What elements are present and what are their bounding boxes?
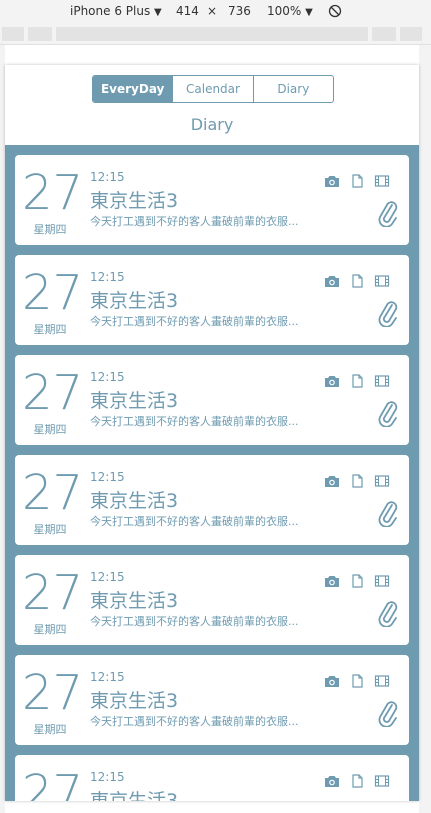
paperclip-icon[interactable]	[377, 599, 399, 628]
entry-media-icons	[324, 673, 390, 688]
diary-entry-list[interactable]: 27 星期四 12:15 東京生活3 今天打工遇到不好的客人畫破前輩的衣服...…	[5, 145, 419, 801]
entry-weekday: 星期四	[33, 223, 67, 236]
camera-icon[interactable]	[324, 373, 340, 387]
entry-preview: 今天打工遇到不好的客人畫破前輩的衣服...	[90, 315, 299, 328]
entry-title: 東京生活3	[90, 490, 179, 512]
entry-weekday: 星期四	[33, 323, 67, 336]
viewport-margin	[419, 45, 431, 813]
entry-weekday: 星期四	[33, 623, 67, 636]
entry-time: 12:15	[90, 770, 125, 784]
paperclip-icon[interactable]	[377, 799, 399, 801]
camera-icon[interactable]	[324, 673, 340, 687]
entry-title: 東京生活3	[90, 290, 179, 312]
film-icon[interactable]	[374, 673, 390, 687]
entry-title: 東京生活3	[90, 190, 179, 212]
entry-media-icons	[324, 273, 390, 288]
document-icon[interactable]	[349, 273, 365, 288]
document-icon[interactable]	[349, 173, 365, 188]
entry-time: 12:15	[90, 670, 125, 684]
viewport-height[interactable]: 736	[228, 4, 251, 18]
zoom-value: 100%	[267, 4, 302, 18]
entry-weekday: 星期四	[33, 423, 67, 436]
film-icon[interactable]	[374, 473, 390, 487]
camera-icon[interactable]	[324, 173, 340, 187]
entry-time: 12:15	[90, 370, 125, 384]
entry-media-icons	[324, 373, 390, 388]
diary-entry-card[interactable]: 27 星期四 12:15 東京生活3 今天打工遇到不好的客人畫破前輩的衣服...	[15, 355, 409, 445]
camera-icon[interactable]	[324, 473, 340, 487]
entry-day: 27	[22, 165, 84, 221]
diary-entry-card[interactable]: 27 星期四 12:15 東京生活3 今天打工遇到不好的客人畫破前輩的衣服...	[15, 455, 409, 545]
film-icon[interactable]	[374, 573, 390, 587]
paperclip-icon[interactable]	[377, 199, 399, 228]
camera-icon[interactable]	[324, 773, 340, 787]
entry-weekday: 星期四	[33, 723, 67, 736]
document-icon[interactable]	[349, 773, 365, 788]
times-sign: ×	[207, 4, 218, 18]
entry-weekday: 星期四	[33, 523, 67, 536]
page-title: Diary	[190, 115, 234, 134]
app-header: EveryDay Calendar Diary Diary	[5, 65, 419, 145]
entry-day: 27	[22, 265, 84, 321]
diary-entry-card[interactable]: 27 星期四 12:15 東京生活3 今天打工遇到不好的客人畫破前輩的衣服...	[15, 755, 409, 801]
paperclip-icon[interactable]	[377, 499, 399, 528]
camera-icon[interactable]	[324, 573, 340, 587]
chevron-down-icon: ▼	[154, 7, 162, 18]
media-query-bars	[0, 24, 431, 45]
document-icon[interactable]	[349, 673, 365, 688]
film-icon[interactable]	[374, 373, 390, 387]
view-switcher: EveryDay Calendar Diary	[92, 75, 334, 103]
entry-preview: 今天打工遇到不好的客人畫破前輩的衣服...	[90, 615, 299, 628]
diary-entry-card[interactable]: 27 星期四 12:15 東京生活3 今天打工遇到不好的客人畫破前輩的衣服...	[15, 255, 409, 345]
device-name: iPhone 6 Plus	[70, 4, 151, 18]
rotate-icon[interactable]	[328, 4, 342, 21]
entry-day: 27	[22, 565, 84, 621]
paperclip-icon[interactable]	[377, 299, 399, 328]
entry-time: 12:15	[90, 570, 125, 584]
entry-title: 東京生活3	[90, 790, 179, 801]
zoom-select[interactable]: 100% ▼	[267, 4, 313, 18]
entry-preview: 今天打工遇到不好的客人畫破前輩的衣服...	[90, 415, 299, 428]
tab-everyday[interactable]: EveryDay	[93, 76, 173, 102]
film-icon[interactable]	[374, 273, 390, 287]
document-icon[interactable]	[349, 573, 365, 588]
entry-day: 27	[22, 765, 84, 801]
entry-media-icons	[324, 773, 390, 788]
entry-preview: 今天打工遇到不好的客人畫破前輩的衣服...	[90, 715, 299, 728]
film-icon[interactable]	[374, 173, 390, 187]
diary-entry-card[interactable]: 27 星期四 12:15 東京生活3 今天打工遇到不好的客人畫破前輩的衣服...	[15, 555, 409, 645]
film-icon[interactable]	[374, 773, 390, 787]
tab-diary[interactable]: Diary	[252, 76, 333, 102]
viewport-width[interactable]: 414	[176, 4, 199, 18]
paperclip-icon[interactable]	[377, 699, 399, 728]
phone-viewport: EveryDay Calendar Diary Diary 27 星期四 12:…	[5, 65, 419, 801]
entry-title: 東京生活3	[90, 690, 179, 712]
entry-title: 東京生活3	[90, 390, 179, 412]
entry-time: 12:15	[90, 270, 125, 284]
entry-day: 27	[22, 665, 84, 721]
devtools-toolbar: iPhone 6 Plus ▼ 414 × 736 100% ▼	[0, 0, 431, 24]
entry-media-icons	[324, 173, 390, 188]
diary-entry-card[interactable]: 27 星期四 12:15 東京生活3 今天打工遇到不好的客人畫破前輩的衣服...	[15, 155, 409, 245]
entry-title: 東京生活3	[90, 590, 179, 612]
diary-entry-card[interactable]: 27 星期四 12:15 東京生活3 今天打工遇到不好的客人畫破前輩的衣服...	[15, 655, 409, 745]
tab-calendar[interactable]: Calendar	[172, 76, 252, 102]
entry-day: 27	[22, 365, 84, 421]
entry-time: 12:15	[90, 170, 125, 184]
entry-preview: 今天打工遇到不好的客人畫破前輩的衣服...	[90, 515, 299, 528]
entry-media-icons	[324, 473, 390, 488]
chevron-down-icon: ▼	[305, 7, 313, 18]
entry-preview: 今天打工遇到不好的客人畫破前輩的衣服...	[90, 215, 299, 228]
paperclip-icon[interactable]	[377, 399, 399, 428]
camera-icon[interactable]	[324, 273, 340, 287]
entry-media-icons	[324, 573, 390, 588]
device-select[interactable]: iPhone 6 Plus ▼	[70, 4, 162, 18]
document-icon[interactable]	[349, 373, 365, 388]
document-icon[interactable]	[349, 473, 365, 488]
entry-day: 27	[22, 465, 84, 521]
entry-time: 12:15	[90, 470, 125, 484]
